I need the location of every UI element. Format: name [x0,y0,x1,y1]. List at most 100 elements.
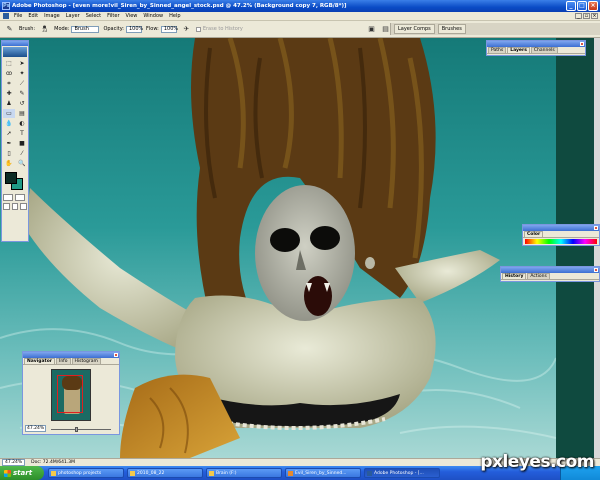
document-icon[interactable] [3,13,9,19]
browser-icon [288,470,293,476]
pen-tool-icon[interactable]: ✒ [3,139,15,148]
vertical-scrollbar[interactable] [594,38,600,458]
shape-tool-icon[interactable]: ■ [16,139,28,148]
menu-view[interactable]: View [123,13,141,19]
doc-minimize-button[interactable]: _ [575,13,582,19]
zoom-slider[interactable] [51,429,111,430]
mode-select[interactable]: Brush [71,25,100,33]
history-brush-tool-icon[interactable]: ↺ [16,99,28,108]
standard-mode-button[interactable] [3,194,13,201]
opacity-field[interactable]: 100% [126,25,144,33]
eraser-tool-icon[interactable]: ▭ [3,109,15,118]
mask-modes [2,193,28,202]
erase-history-checkbox[interactable] [195,26,201,32]
tab-info[interactable]: Info [56,358,71,364]
airbrush-icon[interactable]: ✈ [181,24,192,35]
healing-brush-tool-icon[interactable]: ✚ [3,89,15,98]
move-tool-icon[interactable]: ➤ [16,59,28,68]
foreground-color-swatch[interactable] [5,172,17,184]
menu-select[interactable]: Select [83,13,104,19]
menu-help[interactable]: Help [166,13,183,19]
brush-preset-picker[interactable]: ● 33 [39,24,50,35]
tab-channels[interactable]: Channels [530,47,558,53]
tab-navigator[interactable]: Navigator [24,358,55,364]
layers-panel: Paths Layers Channels [486,40,586,56]
flow-field[interactable]: 100% [160,25,178,33]
navigator-zoom-field[interactable]: 47.24% [25,425,47,432]
tab-color[interactable]: Color [524,231,544,237]
path-selection-tool-icon[interactable]: ➚ [3,129,15,138]
tool-grid: ⬚ ➤ ꝏ ✦ ⌗ ⟋ ✚ ✎ ♟ ↺ ▭ ▤ 💧 ◐ ➚ T ✒ ■ ▯ ⁄ … [2,58,28,169]
tab-actions[interactable]: Actions [527,273,550,279]
navigator-thumbnail[interactable] [51,369,91,421]
status-zoom[interactable]: 47.24% [2,459,26,466]
slice-tool-icon[interactable]: ⟋ [16,79,28,88]
tab-layers[interactable]: Layers [507,47,530,53]
color-ramp[interactable] [525,239,597,244]
lasso-tool-icon[interactable]: ꝏ [3,69,15,78]
color-panel: Color [522,224,600,246]
options-bar: ✎ Brush: ● 33 Mode: Brush Opacity: 100% … [0,21,600,38]
eraser-preset-icon[interactable]: ✎ [4,24,15,35]
photoshop-feather-logo [3,47,27,57]
menu-image[interactable]: Image [41,13,63,19]
blur-tool-icon[interactable]: 💧 [3,119,15,128]
zoom-slider-knob[interactable] [75,427,78,432]
close-icon[interactable] [114,353,118,357]
close-icon[interactable] [580,42,584,46]
gradient-tool-icon[interactable]: ▤ [16,109,28,118]
opacity-value: 100% [129,25,144,32]
marquee-tool-icon[interactable]: ⬚ [3,59,15,68]
tools-grip[interactable] [2,41,28,46]
windows-logo-icon [4,469,11,477]
zoom-tool-icon[interactable]: 🔍 [16,159,28,168]
type-tool-icon[interactable]: T [16,129,28,138]
minimize-button[interactable]: _ [566,1,576,11]
taskbar-item-photoshop-projects[interactable]: photoshop projects [48,468,124,478]
title-bar: Ps Adobe Photoshop - [even more!vil_Sire… [0,0,600,12]
menu-file[interactable]: File [11,13,25,19]
screen-mode-standard[interactable] [3,203,10,210]
tab-paths[interactable]: Paths [488,47,507,53]
magic-wand-tool-icon[interactable]: ✦ [16,69,28,78]
taskbar-item-2010-08-22[interactable]: 2010_08_22 [127,468,203,478]
close-icon[interactable] [594,226,598,230]
quickmask-mode-button[interactable] [15,194,25,201]
tab-histogram[interactable]: Histogram [71,358,101,364]
brushes-tab[interactable]: Brushes [437,24,466,34]
taskbar-item-evil-siren[interactable]: Evil_Siren_by_Sinned... [285,468,361,478]
close-button[interactable]: × [588,1,598,11]
taskbar-item-label: Evil_Siren_by_Sinned... [295,470,347,476]
doc-close-button[interactable]: × [591,13,598,19]
crop-tool-icon[interactable]: ⌗ [3,79,15,88]
folder-icon [130,470,135,476]
tool-preset-icon[interactable]: ▣ [366,24,377,35]
clone-stamp-tool-icon[interactable]: ♟ [3,99,15,108]
doc-restore-button[interactable]: ▫ [583,13,590,19]
brush-size-value: 33 [42,28,48,33]
hand-tool-icon[interactable]: ✋ [3,159,15,168]
tab-history[interactable]: History [502,273,527,279]
view-box[interactable] [57,375,83,413]
start-button[interactable]: start [0,466,44,480]
navigator-panel-tabs: Navigator Info Histogram [23,358,119,365]
eyedropper-tool-icon[interactable]: ⁄ [16,149,28,158]
close-icon[interactable] [594,268,598,272]
brush-tool-icon[interactable]: ✎ [16,89,28,98]
menu-edit[interactable]: Edit [25,13,41,19]
screen-mode-full-menu[interactable] [11,203,19,210]
navigator-panel: Navigator Info Histogram 47.24% [22,351,120,435]
palette-well: Layer Comps Brushes [390,23,600,35]
taskbar-item-adobe-photoshop[interactable]: Adobe Photoshop - [... [364,468,440,478]
maximize-button[interactable]: □ [577,1,587,11]
menu-window[interactable]: Window [140,13,166,19]
dodge-tool-icon[interactable]: ◐ [16,119,28,128]
menu-layer[interactable]: Layer [63,13,83,19]
menu-filter[interactable]: Filter [104,13,122,19]
taskbar-item-brain-drive[interactable]: Brain (F:) [206,468,282,478]
screaming-mouth [304,276,332,316]
screen-mode-full[interactable] [20,203,28,210]
notes-tool-icon[interactable]: ▯ [3,149,15,158]
layer-comps-tab[interactable]: Layer Comps [394,24,435,34]
history-panel-tabs: History Actions [501,273,599,280]
